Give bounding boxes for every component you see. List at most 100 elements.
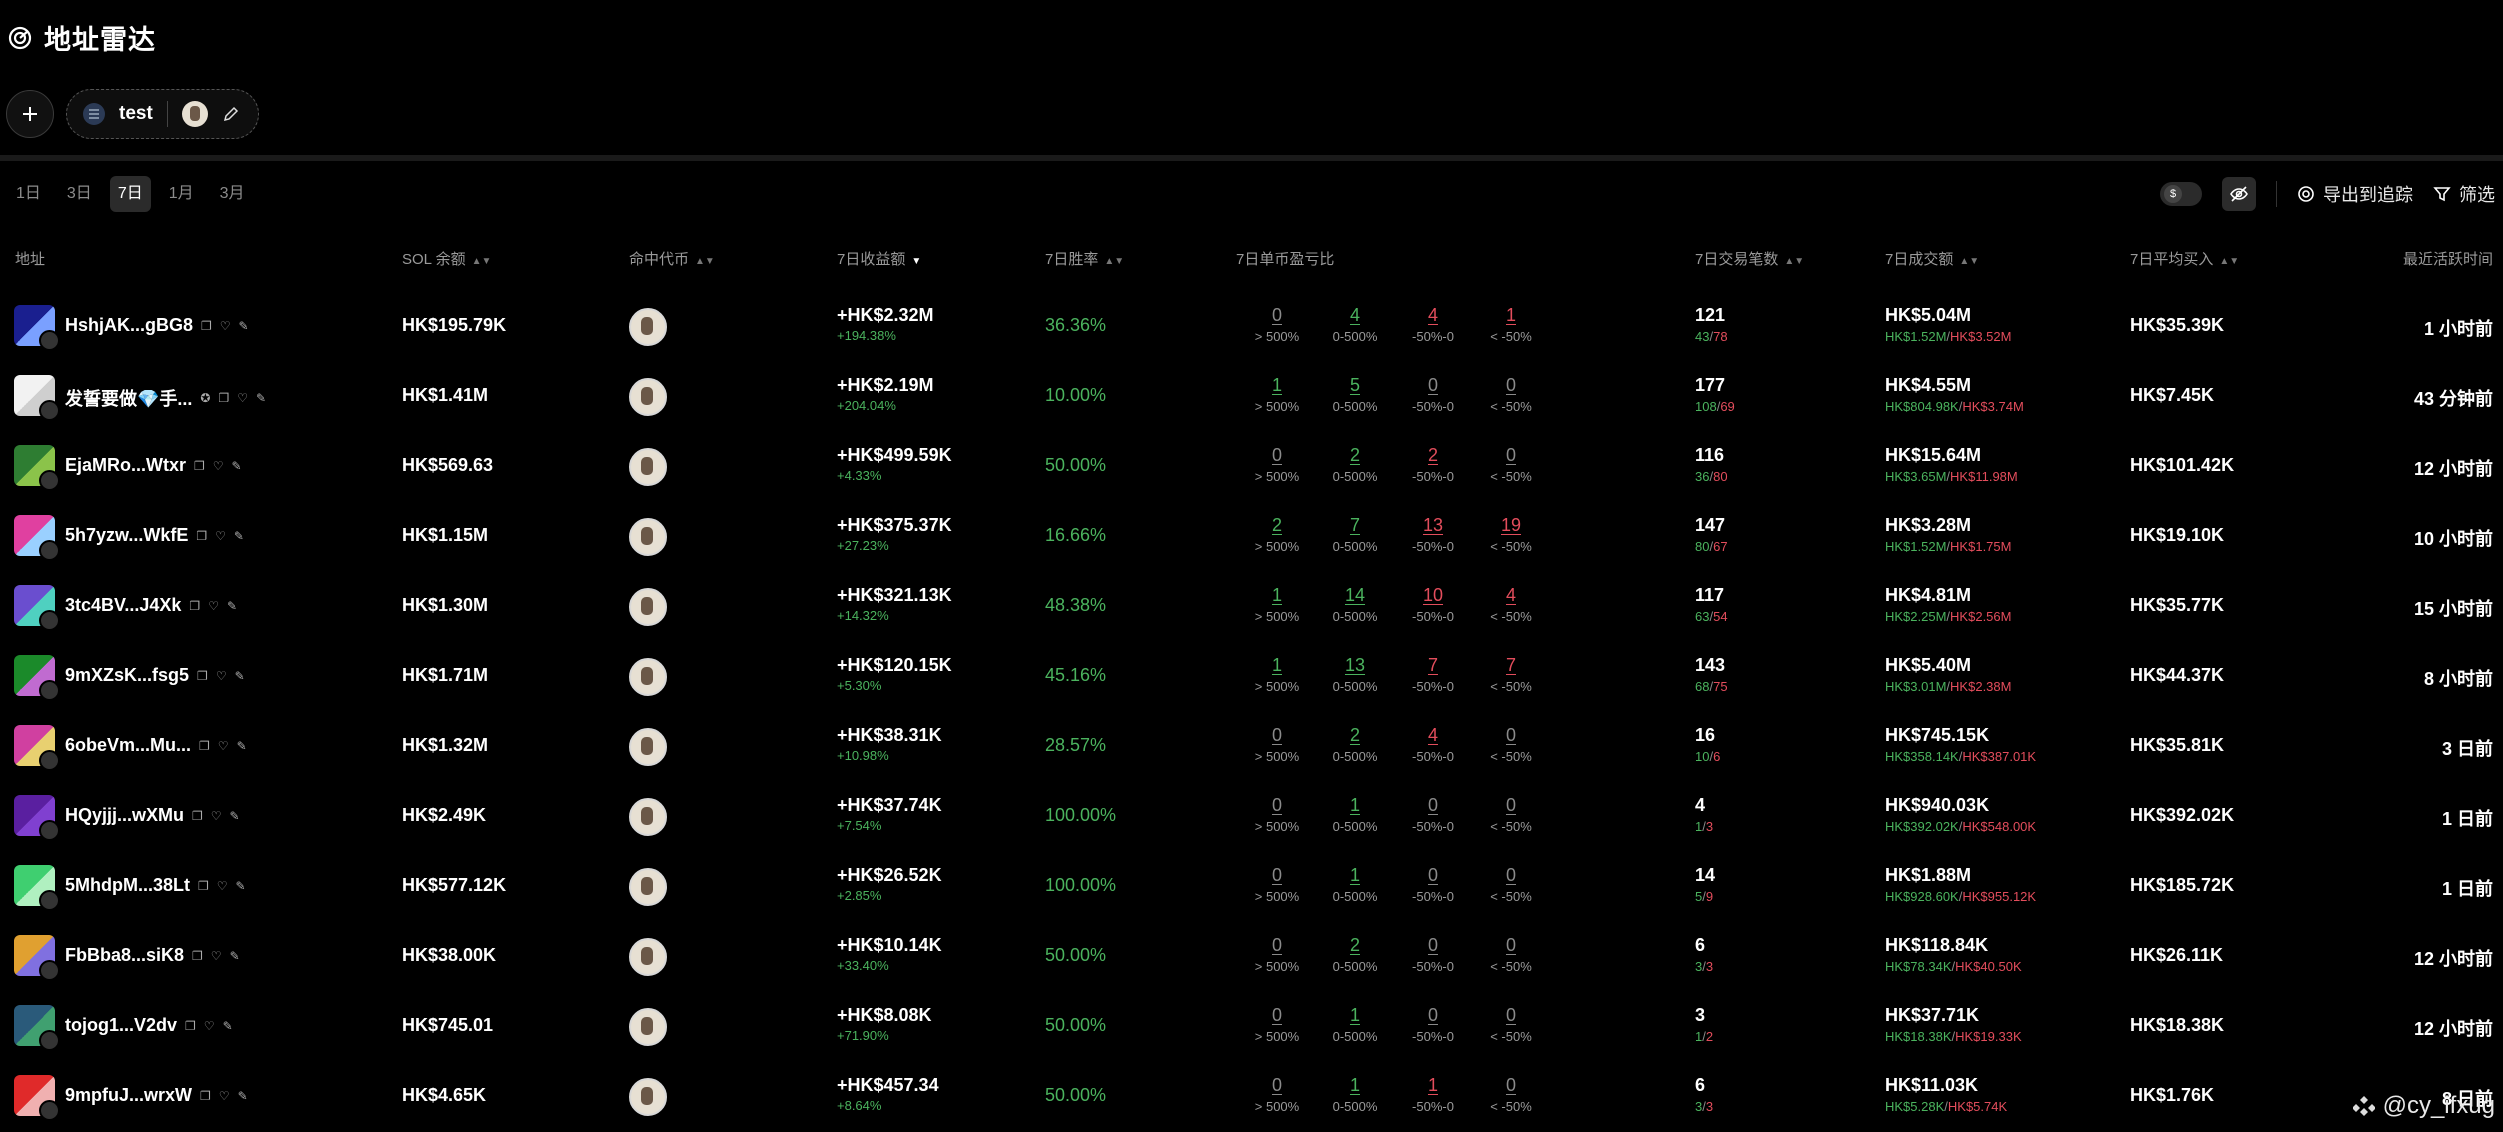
pnl-bucket[interactable]: 0 < -50% <box>1472 865 1550 904</box>
table-row[interactable]: HshjAK...gBG8 ❐ ♡ ✎ HK$195.79K +HK$2.32M… <box>0 291 2503 361</box>
pnl-bucket[interactable]: 2 0-500% <box>1316 725 1394 764</box>
table-row[interactable]: FbBba8...siK8 ❐ ♡ ✎ HK$38.00K +HK$10.14K… <box>0 921 2503 991</box>
pnl-bucket[interactable]: 5 0-500% <box>1316 375 1394 414</box>
wallet-address[interactable]: 发誓要做💎手... ✪ ❐ ♡ ✎ <box>65 385 266 411</box>
edit-icon[interactable] <box>222 105 240 123</box>
pnl-bucket[interactable]: 13 -50%-0 <box>1394 515 1472 554</box>
pnl-bucket[interactable]: 0 > 500% <box>1238 445 1316 484</box>
wallet-address[interactable]: 5h7yzw...WkfE ❐ ♡ ✎ <box>65 525 244 546</box>
copy-icon[interactable]: ❐ <box>194 459 205 473</box>
table-row[interactable]: 9mpfuJ...wrxW ❐ ♡ ✎ HK$4.65K +HK$457.34 … <box>0 1061 2503 1131</box>
pnl-bucket[interactable]: 1 > 500% <box>1238 375 1316 414</box>
heart-icon[interactable]: ♡ <box>211 949 222 963</box>
heart-icon[interactable]: ♡ <box>217 879 228 893</box>
group-pill[interactable]: test <box>66 89 259 139</box>
copy-icon[interactable]: ❐ <box>201 319 212 333</box>
pnl-bucket[interactable]: 0 > 500% <box>1238 305 1316 344</box>
copy-icon[interactable]: ❐ <box>185 1019 196 1033</box>
edit-icon[interactable]: ✎ <box>234 529 244 543</box>
token-avatar-icon[interactable] <box>629 1008 667 1046</box>
heart-icon[interactable]: ♡ <box>216 669 227 683</box>
pnl-bucket[interactable]: 0 > 500% <box>1238 795 1316 834</box>
token-avatar-icon[interactable] <box>629 1078 667 1116</box>
table-row[interactable]: 5h7yzw...WkfE ❐ ♡ ✎ HK$1.15M +HK$375.37K… <box>0 501 2503 571</box>
heart-icon[interactable]: ♡ <box>211 809 222 823</box>
pnl-bucket[interactable]: 0 -50%-0 <box>1394 375 1472 414</box>
wallet-address[interactable]: 6obeVm...Mu... ❐ ♡ ✎ <box>65 735 247 756</box>
export-to-track-button[interactable]: 导出到追踪 <box>2297 181 2413 207</box>
token-avatar-icon[interactable] <box>629 588 667 626</box>
heart-icon[interactable]: ♡ <box>218 739 229 753</box>
heart-icon[interactable]: ♡ <box>220 319 231 333</box>
edit-icon[interactable]: ✎ <box>256 391 266 405</box>
heart-icon[interactable]: ♡ <box>215 529 226 543</box>
col-win-rate[interactable]: 7日胜率 ▲▼ <box>1045 248 1124 269</box>
copy-icon[interactable]: ❐ <box>199 739 210 753</box>
token-avatar-icon[interactable] <box>629 798 667 836</box>
pnl-bucket[interactable]: 7 < -50% <box>1472 655 1550 694</box>
pnl-bucket[interactable]: 0 -50%-0 <box>1394 865 1472 904</box>
token-avatar-icon[interactable] <box>629 378 667 416</box>
edit-icon[interactable]: ✎ <box>232 459 242 473</box>
pnl-bucket[interactable]: 14 0-500% <box>1316 585 1394 624</box>
tab-3d[interactable]: 3日 <box>59 176 100 212</box>
pnl-bucket[interactable]: 2 0-500% <box>1316 935 1394 974</box>
copy-icon[interactable]: ❐ <box>200 1089 211 1103</box>
wallet-address[interactable]: EjaMRo...Wtxr ❐ ♡ ✎ <box>65 455 242 476</box>
col-avg-buy[interactable]: 7日平均买入 ▲▼ <box>2130 248 2239 269</box>
table-row[interactable]: 3tc4BV...J4Xk ❐ ♡ ✎ HK$1.30M +HK$321.13K… <box>0 571 2503 641</box>
pnl-bucket[interactable]: 0 -50%-0 <box>1394 795 1472 834</box>
edit-icon[interactable]: ✎ <box>237 739 247 753</box>
copy-icon[interactable]: ❐ <box>197 669 208 683</box>
table-row[interactable]: HQyjjj...wXMu ❐ ♡ ✎ HK$2.49K +HK$37.74K … <box>0 781 2503 851</box>
pnl-bucket[interactable]: 1 -50%-0 <box>1394 1075 1472 1114</box>
pnl-bucket[interactable]: 2 0-500% <box>1316 445 1394 484</box>
currency-toggle[interactable]: $ <box>2160 182 2202 206</box>
edit-icon[interactable]: ✎ <box>235 669 245 683</box>
wallet-address[interactable]: 9mXZsK...fsg5 ❐ ♡ ✎ <box>65 665 245 686</box>
heart-icon[interactable]: ♡ <box>219 1089 230 1103</box>
table-row[interactable]: 9mXZsK...fsg5 ❐ ♡ ✎ HK$1.71M +HK$120.15K… <box>0 641 2503 711</box>
copy-icon[interactable]: ❐ <box>189 599 200 613</box>
pnl-bucket[interactable]: 4 -50%-0 <box>1394 725 1472 764</box>
tab-1m[interactable]: 1月 <box>161 176 202 212</box>
pnl-bucket[interactable]: 2 > 500% <box>1238 515 1316 554</box>
pnl-bucket[interactable]: 7 0-500% <box>1316 515 1394 554</box>
token-avatar-icon[interactable] <box>629 938 667 976</box>
copy-icon[interactable]: ❐ <box>196 529 207 543</box>
pnl-bucket[interactable]: 13 0-500% <box>1316 655 1394 694</box>
pnl-bucket[interactable]: 4 < -50% <box>1472 585 1550 624</box>
pnl-bucket[interactable]: 19 < -50% <box>1472 515 1550 554</box>
tab-3m[interactable]: 3月 <box>212 176 253 212</box>
heart-icon[interactable]: ♡ <box>237 391 248 405</box>
pnl-bucket[interactable]: 1 > 500% <box>1238 655 1316 694</box>
col-trades[interactable]: 7日交易笔数 ▲▼ <box>1695 248 1804 269</box>
pnl-bucket[interactable]: 0 > 500% <box>1238 725 1316 764</box>
table-row[interactable]: tojog1...V2dv ❐ ♡ ✎ HK$745.01 +HK$8.08K … <box>0 991 2503 1061</box>
wallet-address[interactable]: HQyjjj...wXMu ❐ ♡ ✎ <box>65 805 240 826</box>
token-avatar-icon[interactable] <box>629 728 667 766</box>
edit-icon[interactable]: ✎ <box>238 1089 248 1103</box>
pnl-bucket[interactable]: 0 > 500% <box>1238 865 1316 904</box>
wallet-address[interactable]: 9mpfuJ...wrxW ❐ ♡ ✎ <box>65 1085 248 1106</box>
pnl-bucket[interactable]: 2 -50%-0 <box>1394 445 1472 484</box>
add-group-button[interactable] <box>6 90 54 138</box>
pnl-bucket[interactable]: 0 -50%-0 <box>1394 1005 1472 1044</box>
edit-icon[interactable]: ✎ <box>230 809 240 823</box>
wallet-address[interactable]: 3tc4BV...J4Xk ❐ ♡ ✎ <box>65 595 237 616</box>
tab-7d[interactable]: 7日 <box>109 176 151 212</box>
copy-icon[interactable]: ❐ <box>192 809 203 823</box>
filter-button[interactable]: 筛选 <box>2433 181 2495 207</box>
token-avatar-icon[interactable] <box>629 308 667 346</box>
copy-icon[interactable]: ❐ <box>192 949 203 963</box>
token-avatar-icon[interactable] <box>629 518 667 556</box>
pnl-bucket[interactable]: 10 -50%-0 <box>1394 585 1472 624</box>
wallet-address[interactable]: 5MhdpM...38Lt ❐ ♡ ✎ <box>65 875 246 896</box>
pnl-bucket[interactable]: 0 < -50% <box>1472 445 1550 484</box>
col-hit-token[interactable]: 命中代币 ▲▼ <box>629 248 715 269</box>
pnl-bucket[interactable]: 0 > 500% <box>1238 1075 1316 1114</box>
edit-icon[interactable]: ✎ <box>230 949 240 963</box>
pnl-bucket[interactable]: 4 0-500% <box>1316 305 1394 344</box>
pnl-bucket[interactable]: 0 < -50% <box>1472 935 1550 974</box>
edit-icon[interactable]: ✎ <box>239 319 249 333</box>
